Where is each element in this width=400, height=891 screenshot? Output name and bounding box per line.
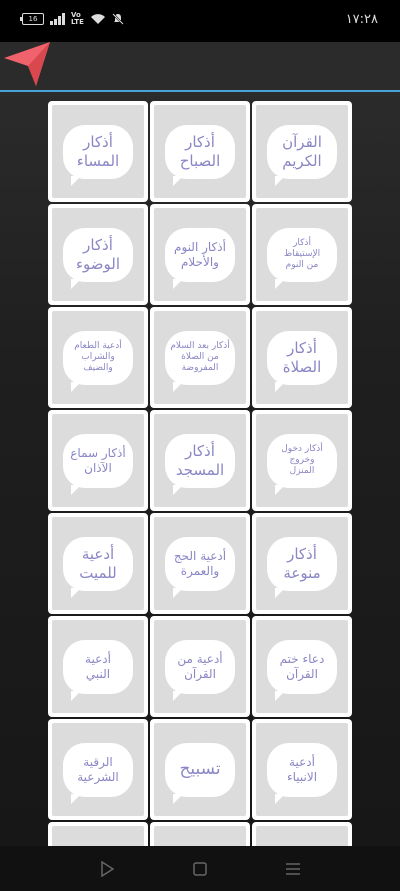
- status-bar: 16 Vo LTE ١٧:٢٨: [0, 0, 400, 42]
- speech-bubble-label: أذكار منوعة: [267, 536, 337, 598]
- tile-background: أذكار المسجد: [154, 414, 246, 507]
- tile-background: أدعية النبي: [52, 620, 144, 713]
- speech-bubble-label: أدعية الانبياء: [267, 742, 337, 804]
- tile-background: أدعية الانبياء: [256, 723, 348, 816]
- category-tile[interactable]: أذكار الإستيقاظ من النوم: [252, 204, 352, 305]
- category-tile[interactable]: أذكار الصباح: [150, 101, 250, 202]
- tile-background: أذكار سماع الآذان: [52, 414, 144, 507]
- speech-bubble-label: أدعية الطعام والشراب والضيف: [63, 330, 133, 392]
- category-tile[interactable]: أذكار دخول وخروج المنزل: [252, 410, 352, 511]
- category-tile[interactable]: أدعية للميت: [48, 513, 148, 614]
- tile-background: فضائل: [52, 826, 144, 846]
- speech-bubble-label: أذكار المسجد: [165, 433, 235, 495]
- screen: 16 Vo LTE ١٧:٢٨ أذكار المساء أذكار الصباح…: [0, 0, 400, 891]
- category-tile[interactable]: أذكار سماع الآذان: [48, 410, 148, 511]
- speech-bubble-label: أذكار المساء: [63, 124, 133, 186]
- speech-bubble-label: أذكار الإستيقاظ من النوم: [267, 227, 337, 289]
- tile-background: أذكار النوم والأحلام: [154, 208, 246, 301]
- tile-background: أدعية الحج والعمرة: [154, 517, 246, 610]
- speech-bubble-label: دعاء ختم القرآن: [267, 639, 337, 701]
- speech-bubble-label: تسبيح: [165, 742, 235, 804]
- tile-background: [256, 826, 348, 846]
- speech-bubble-label: أذكار الصباح: [165, 124, 235, 186]
- speech-bubble-label: أذكار بعد السلام من الصلاة المفروضة: [165, 330, 235, 392]
- status-time: ١٧:٢٨: [345, 12, 378, 27]
- triangle-back-icon: [100, 860, 114, 877]
- speech-bubble-label: أدعية من القرآن: [165, 639, 235, 701]
- tile-background: أذكار المساء: [52, 105, 144, 198]
- speech-bubble-label: أذكار دخول وخروج المنزل: [267, 433, 337, 495]
- speech-bubble-label: أدعية للميت: [63, 536, 133, 598]
- tile-background: تسبيح: [154, 723, 246, 816]
- tile-background: فضل: [154, 826, 246, 846]
- navigation-bar: [0, 846, 400, 891]
- category-tile[interactable]: أدعية من القرآن: [150, 616, 250, 717]
- category-tile[interactable]: أدعية الانبياء: [252, 719, 352, 820]
- speech-bubble-label: أذكار الصلاة: [267, 330, 337, 392]
- tile-background: أذكار منوعة: [256, 517, 348, 610]
- square-home-icon: [193, 861, 207, 876]
- speech-bubble-label: القرآن الكريم: [267, 124, 337, 186]
- nav-home-button[interactable]: [180, 854, 220, 884]
- nav-back-button[interactable]: [87, 854, 127, 884]
- signal-icon: [50, 13, 65, 25]
- tile-background: أدعية من القرآن: [154, 620, 246, 713]
- category-tile[interactable]: فضائل: [48, 822, 148, 846]
- category-tile[interactable]: أذكار بعد السلام من الصلاة المفروضة: [150, 307, 250, 408]
- tile-background: أذكار الصباح: [154, 105, 246, 198]
- tile-background: الرقية الشرعية: [52, 723, 144, 816]
- speech-bubble-label: أذكار النوم والأحلام: [165, 227, 235, 289]
- category-tile[interactable]: أذكار المساء: [48, 101, 148, 202]
- category-tile[interactable]: أدعية الحج والعمرة: [150, 513, 250, 614]
- tile-background: القرآن الكريم: [256, 105, 348, 198]
- speech-bubble-label: الرقية الشرعية: [63, 742, 133, 804]
- category-tile[interactable]: دعاء ختم القرآن: [252, 616, 352, 717]
- send-icon[interactable]: [2, 40, 52, 92]
- nav-menu-button[interactable]: [273, 854, 313, 884]
- tile-background: أذكار الوضوء: [52, 208, 144, 301]
- tile-background: أذكار دخول وخروج المنزل: [256, 414, 348, 507]
- status-icons: 16 Vo LTE: [20, 11, 124, 26]
- tile-background: أذكار الصلاة: [256, 311, 348, 404]
- category-tile[interactable]: أذكار الصلاة: [252, 307, 352, 408]
- category-tile[interactable]: أذكار الوضوء: [48, 204, 148, 305]
- tile-background: أذكار الإستيقاظ من النوم: [256, 208, 348, 301]
- category-tile[interactable]: أدعية النبي: [48, 616, 148, 717]
- category-tile[interactable]: أذكار النوم والأحلام: [150, 204, 250, 305]
- app-header: [0, 42, 400, 92]
- category-tile[interactable]: [252, 822, 352, 846]
- volte-indicator: Vo LTE: [71, 11, 84, 26]
- category-tile[interactable]: أدعية الطعام والشراب والضيف: [48, 307, 148, 408]
- hamburger-menu-icon: [286, 862, 301, 875]
- category-tile[interactable]: أذكار المسجد: [150, 410, 250, 511]
- tile-background: أدعية الطعام والشراب والضيف: [52, 311, 144, 404]
- speech-bubble-label: أذكار سماع الآذان: [63, 433, 133, 495]
- tile-background: دعاء ختم القرآن: [256, 620, 348, 713]
- speech-bubble-label: أذكار الوضوء: [63, 227, 133, 289]
- wifi-icon: [90, 14, 105, 24]
- category-tile[interactable]: القرآن الكريم: [252, 101, 352, 202]
- category-tile[interactable]: فضل: [150, 822, 250, 846]
- category-grid: أذكار المساء أذكار الصباح القرآن الكريم أذك…: [48, 101, 352, 846]
- category-tile[interactable]: أذكار منوعة: [252, 513, 352, 614]
- speech-bubble-label: أدعية النبي: [63, 639, 133, 701]
- tile-background: أذكار بعد السلام من الصلاة المفروضة: [154, 311, 246, 404]
- speech-bubble-label: أدعية الحج والعمرة: [165, 536, 235, 598]
- tile-background: أدعية للميت: [52, 517, 144, 610]
- battery-icon: 16: [20, 13, 44, 25]
- category-tile[interactable]: الرقية الشرعية: [48, 719, 148, 820]
- mute-icon: [112, 13, 124, 25]
- category-tile[interactable]: تسبيح: [150, 719, 250, 820]
